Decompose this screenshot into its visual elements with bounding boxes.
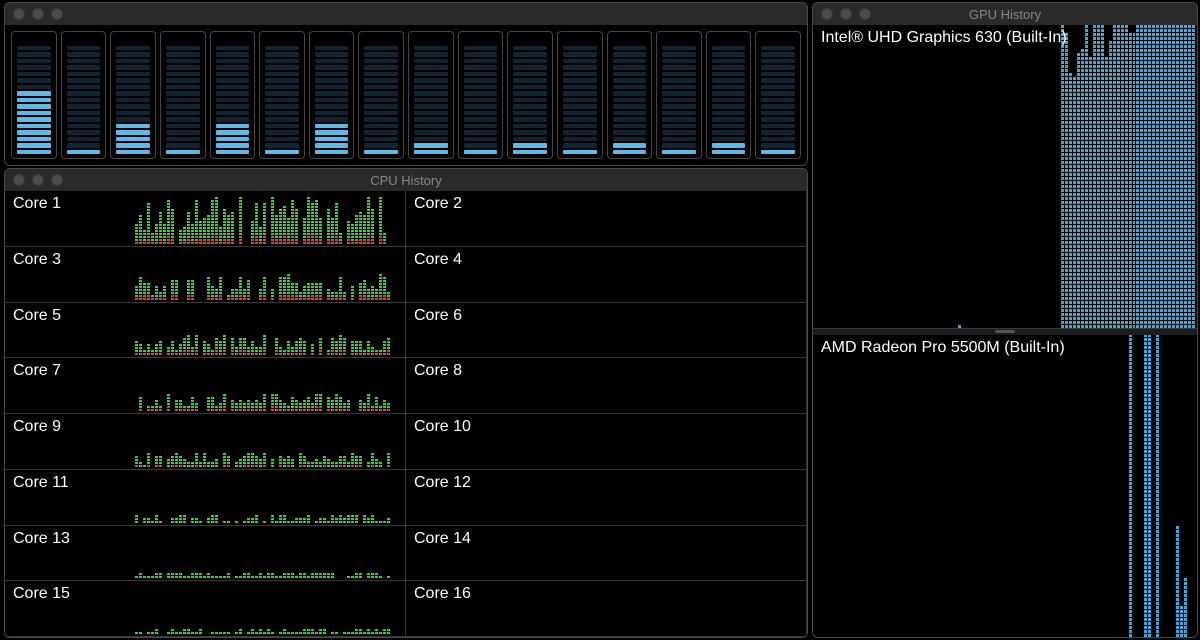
cpu-bar-core-6 <box>259 31 305 159</box>
minimize-icon[interactable] <box>32 8 44 20</box>
core-cell: Core 11 <box>5 470 406 526</box>
titlebar[interactable] <box>5 3 807 25</box>
gpu-history-content: Intel® UHD Graphics 630 (Built-In) AMD Ra… <box>813 25 1197 637</box>
core-label: Core 1 <box>5 191 69 217</box>
core-history-graph <box>536 251 802 300</box>
core-label: Core 12 <box>406 470 479 496</box>
cpu-bar-core-5 <box>210 31 256 159</box>
close-icon[interactable] <box>13 174 25 186</box>
cpu-bar-core-2 <box>61 31 107 159</box>
core-cell: Core 1 <box>5 191 406 247</box>
core-label: Core 13 <box>5 526 78 552</box>
titlebar[interactable]: GPU History <box>813 3 1197 25</box>
core-history-graph <box>135 418 401 467</box>
core-history-graph <box>135 530 401 579</box>
core-history-graph <box>135 362 401 411</box>
core-cell: Core 6 <box>406 303 807 359</box>
zoom-icon[interactable] <box>51 174 63 186</box>
traffic-lights <box>821 8 871 20</box>
cpu-bar-core-15 <box>706 31 752 159</box>
cpu-bar-core-12 <box>557 31 603 159</box>
window-title: CPU History <box>5 173 807 188</box>
cpu-bar-core-16 <box>755 31 801 159</box>
cpu-bars-content <box>5 25 807 165</box>
core-history-graph <box>536 307 802 356</box>
core-cell: Core 15 <box>5 581 406 637</box>
core-cell: Core 13 <box>5 526 406 582</box>
cpu-history-content: Core 1 Core 2 Core 3 Core 4 Core 5 Core 6 Core… <box>5 191 807 637</box>
minimize-icon[interactable] <box>840 8 852 20</box>
core-label: Core 10 <box>406 414 479 440</box>
core-history-graph <box>135 307 401 356</box>
close-icon[interactable] <box>821 8 833 20</box>
core-cell: Core 7 <box>5 358 406 414</box>
core-label: Core 9 <box>5 414 69 440</box>
core-history-graph <box>135 251 401 300</box>
cpu-usage-window[interactable] <box>4 2 808 166</box>
core-cell: Core 8 <box>406 358 807 414</box>
core-cell: Core 10 <box>406 414 807 470</box>
core-history-graph <box>536 585 802 634</box>
core-cell: Core 12 <box>406 470 807 526</box>
core-label: Core 4 <box>406 247 470 273</box>
titlebar[interactable]: CPU History <box>5 169 807 191</box>
traffic-lights <box>13 8 63 20</box>
cpu-bar-core-10 <box>458 31 504 159</box>
core-label: Core 5 <box>5 303 69 329</box>
cpu-bar-core-9 <box>408 31 454 159</box>
gpu-history-graph <box>813 25 1197 328</box>
cpu-bar-core-1 <box>11 31 57 159</box>
core-label: Core 16 <box>406 581 479 607</box>
core-history-graph <box>536 474 802 523</box>
minimize-icon[interactable] <box>32 174 44 186</box>
cpu-bar-core-8 <box>358 31 404 159</box>
core-cell: Core 9 <box>5 414 406 470</box>
gpu-history-window[interactable]: GPU History Intel® UHD Graphics 630 (Bui… <box>812 2 1198 638</box>
core-label: Core 14 <box>406 526 479 552</box>
cpu-bar-core-14 <box>656 31 702 159</box>
core-cell: Core 3 <box>5 247 406 303</box>
gpu-panel: AMD Radeon Pro 5500M (Built-In) <box>813 335 1197 638</box>
cpu-bar-core-3 <box>110 31 156 159</box>
core-label: Core 8 <box>406 358 470 384</box>
gpu-label: AMD Radeon Pro 5500M (Built-In) <box>821 339 1065 357</box>
gpu-label: Intel® UHD Graphics 630 (Built-In) <box>821 29 1067 47</box>
core-history-graph <box>135 474 401 523</box>
cpu-bar-core-4 <box>160 31 206 159</box>
traffic-lights <box>13 174 63 186</box>
core-history-graph <box>135 585 401 634</box>
core-cell: Core 16 <box>406 581 807 637</box>
zoom-icon[interactable] <box>51 8 63 20</box>
cpu-history-window[interactable]: CPU History Core 1Core 2Core 3Core 4Core… <box>4 168 808 638</box>
cpu-bar-core-11 <box>507 31 553 159</box>
cpu-bar-core-7 <box>309 31 355 159</box>
core-label: Core 6 <box>406 303 470 329</box>
core-cell: Core 14 <box>406 526 807 582</box>
zoom-icon[interactable] <box>859 8 871 20</box>
gpu-panel: Intel® UHD Graphics 630 (Built-In) <box>813 25 1197 329</box>
core-label: Core 3 <box>5 247 69 273</box>
core-label: Core 15 <box>5 581 78 607</box>
core-history-graph <box>536 530 802 579</box>
core-cell: Core 2 <box>406 191 807 247</box>
core-label: Core 2 <box>406 191 470 217</box>
cpu-bar-core-13 <box>607 31 653 159</box>
core-history-graph <box>536 362 802 411</box>
close-icon[interactable] <box>13 8 25 20</box>
core-history-graph <box>135 195 401 244</box>
core-history-graph <box>536 418 802 467</box>
core-cell: Core 5 <box>5 303 406 359</box>
gpu-history-graph <box>813 335 1197 638</box>
core-label: Core 7 <box>5 358 69 384</box>
core-history-graph <box>536 195 802 244</box>
core-label: Core 11 <box>5 470 77 496</box>
core-cell: Core 4 <box>406 247 807 303</box>
